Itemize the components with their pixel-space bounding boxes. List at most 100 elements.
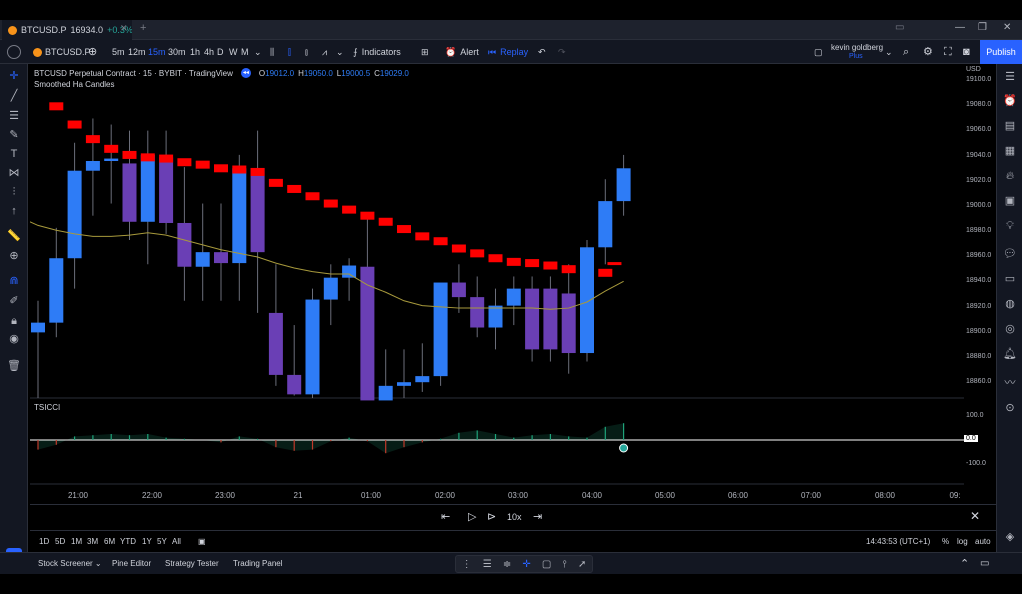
interval-m[interactable]: M xyxy=(241,40,249,64)
line-style-icon[interactable]: ⩘ xyxy=(322,40,327,64)
publish-button[interactable]: Publish xyxy=(980,40,1022,64)
replay-speed[interactable]: 10x xyxy=(507,512,522,522)
layout-select-icon[interactable]: ▢ xyxy=(814,40,823,64)
quick-crosshair-icon[interactable]: ✛ xyxy=(522,559,530,570)
range-ytd[interactable]: YTD xyxy=(120,531,136,553)
calendar-icon[interactable]: ▣ xyxy=(1000,194,1020,208)
log-toggle[interactable]: log xyxy=(957,531,968,553)
price-chart[interactable]: 21:00 22:00 23:00 21 01:00 02:00 03:00 04:00 05:… xyxy=(30,64,964,502)
notifications-icon[interactable]: ◍ xyxy=(1000,297,1020,311)
zoom-in-icon[interactable]: ⊕ xyxy=(4,249,24,263)
interval-d[interactable]: D xyxy=(217,40,224,64)
quick-cursor-icon[interactable]: ➚ xyxy=(578,559,586,570)
redo-icon[interactable]: ↷ xyxy=(558,40,566,64)
tab-strategy-tester[interactable]: Strategy Tester xyxy=(165,553,219,575)
streams-icon[interactable]: ▭ xyxy=(1000,272,1020,286)
interval-5m[interactable]: 5m xyxy=(112,40,125,64)
chat-icon[interactable]: 💬︎ xyxy=(1000,247,1020,261)
trend-line-icon[interactable]: ╱ xyxy=(4,89,24,103)
close-replay-icon[interactable]: ✕ xyxy=(970,509,980,523)
interval-4h[interactable]: 4h xyxy=(204,40,214,64)
quick-vertical-line-icon[interactable]: ⫯ xyxy=(562,559,566,570)
watchlist-icon[interactable]: ☰ xyxy=(1000,70,1020,84)
ruler-icon[interactable]: 📏 xyxy=(4,229,24,243)
oscillator-legend[interactable]: TSICCI xyxy=(34,403,60,412)
quick-brush-icon[interactable]: ≑ xyxy=(503,559,511,570)
user-avatar[interactable] xyxy=(7,45,21,59)
currency-label[interactable]: USD xyxy=(966,66,981,73)
maximize-icon[interactable]: ❐ xyxy=(978,22,987,33)
bell-icon[interactable]: 🔔︎ xyxy=(1000,347,1020,361)
lock-icon[interactable]: 🔒︎ xyxy=(4,314,24,328)
range-5y[interactable]: 5Y xyxy=(157,531,167,553)
alert-button[interactable]: ⏰ Alert xyxy=(445,40,479,64)
collapse-panel-icon[interactable]: ⌃ xyxy=(960,553,969,575)
replay-button[interactable]: ⏮ Replay xyxy=(488,40,528,64)
interval-15m[interactable]: 15m xyxy=(148,40,166,64)
range-1y[interactable]: 1Y xyxy=(142,531,152,553)
user-menu-dropdown-icon[interactable]: ⌄ xyxy=(885,40,893,64)
range-6m[interactable]: 6M xyxy=(104,531,115,553)
indicator-legend[interactable]: Smoothed Ha Candles xyxy=(34,80,115,89)
indicators-button[interactable]: ⨍ Indicators xyxy=(353,40,401,64)
text-tool-icon[interactable]: T xyxy=(4,147,24,161)
broadcast-icon[interactable]: ◎ xyxy=(1000,322,1020,336)
magnet-icon[interactable]: ⋒ xyxy=(4,274,24,288)
percent-toggle[interactable]: % xyxy=(942,531,949,553)
symbol-search-button[interactable]: BTCUSD.P xyxy=(33,40,91,64)
interval-w[interactable]: W xyxy=(229,40,238,64)
range-1m[interactable]: 1M xyxy=(71,531,82,553)
search-icon[interactable]: ⌕ xyxy=(903,40,909,64)
compare-symbol-icon[interactable]: ⊕ xyxy=(88,40,97,64)
range-3m[interactable]: 3M xyxy=(87,531,98,553)
prediction-tool-icon[interactable]: ⫶ xyxy=(4,185,24,199)
interval-12m[interactable]: 12m xyxy=(128,40,146,64)
bar-style-icon[interactable]: ⫼ xyxy=(270,40,274,64)
play-icon[interactable]: ▷ xyxy=(468,510,476,523)
hotlists-icon[interactable]: 🔥︎ xyxy=(1000,169,1020,183)
tab-stock-screener[interactable]: Stock Screener ⌄ xyxy=(38,553,102,575)
arrow-up-icon[interactable]: ↑ xyxy=(4,204,24,218)
tab-pine-editor[interactable]: Pine Editor xyxy=(112,553,151,575)
undo-icon[interactable]: ↶ xyxy=(538,40,546,64)
brush-icon[interactable]: ✎ xyxy=(4,128,24,142)
close-tab-icon[interactable]: ✕ xyxy=(120,23,128,34)
legend-replay-icon[interactable]: ◂◂ xyxy=(240,68,251,78)
stay-drawing-icon[interactable]: ✐ xyxy=(4,294,24,308)
new-tab-icon[interactable]: + xyxy=(140,22,146,34)
trend-icon[interactable]: 〰 xyxy=(1000,376,1020,390)
fullscreen-icon[interactable]: ⛶ xyxy=(944,40,952,64)
templates-icon[interactable]: ⊞ xyxy=(421,40,429,64)
crosshair-icon[interactable]: ✛ xyxy=(4,69,24,83)
range-all[interactable]: All xyxy=(172,531,181,553)
user-menu[interactable]: kevin goldberg Plus xyxy=(831,40,883,64)
settings-gear-icon[interactable]: ⚙ xyxy=(923,40,933,64)
quick-drag-handle-icon[interactable]: ⋮ xyxy=(462,559,472,570)
heikin-ashi-icon[interactable]: ⫾ xyxy=(305,40,308,64)
alerts-clock-icon[interactable]: ⏰ xyxy=(1000,94,1020,108)
price-axis[interactable]: USD 19100.0 19080.0 19060.0 19040.0 19020.0 19… xyxy=(964,64,996,502)
chart-type-dropdown-icon[interactable]: ⌄ xyxy=(336,40,344,64)
replay-select-bar-icon[interactable]: ⇤ xyxy=(441,510,450,523)
maximize-panel-icon[interactable]: ▭ xyxy=(980,553,989,575)
window-close-icon[interactable]: ✕ xyxy=(1003,22,1011,33)
camera-icon[interactable]: ◙ xyxy=(963,40,970,64)
minimize-icon[interactable]: — xyxy=(955,22,965,33)
range-5d[interactable]: 5D xyxy=(55,531,65,553)
ideas-icon[interactable]: 💡︎ xyxy=(1000,219,1020,233)
news-icon[interactable]: ▦ xyxy=(1000,144,1020,158)
candle-style-icon[interactable]: ⫿ xyxy=(288,40,291,64)
layout-icon[interactable]: ▭ xyxy=(895,22,904,33)
layers-icon[interactable]: ◈ xyxy=(1000,530,1020,544)
tab-trading-panel[interactable]: Trading Panel xyxy=(233,553,283,575)
jump-to-realtime-icon[interactable]: ⇥ xyxy=(533,510,542,523)
symbol-tab[interactable]: BTCUSD.P 16934.0 +0.3% xyxy=(2,20,132,40)
eye-icon[interactable]: ◉ xyxy=(4,332,24,346)
trash-icon[interactable]: 🗑︎ xyxy=(4,359,24,373)
pattern-tool-icon[interactable]: ⋈ xyxy=(4,166,24,180)
auto-toggle[interactable]: auto xyxy=(975,531,991,553)
quick-rectangle-icon[interactable]: ▢ xyxy=(542,559,551,570)
range-calendar-icon[interactable]: ▣ xyxy=(198,531,206,553)
quick-fib-icon[interactable]: ☰ xyxy=(483,559,492,570)
interval-30m[interactable]: 30m xyxy=(168,40,186,64)
